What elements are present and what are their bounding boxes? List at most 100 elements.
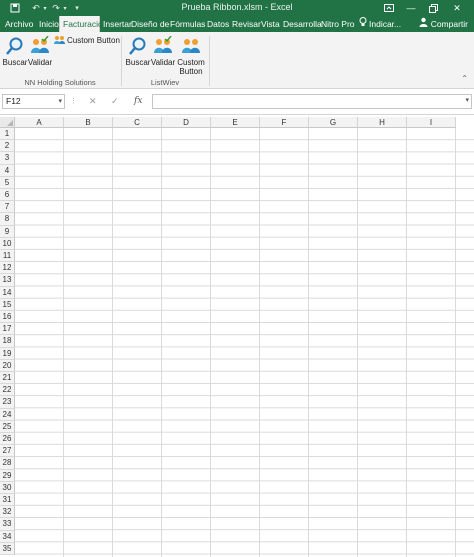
row-header[interactable]: 6: [0, 189, 15, 202]
user-icon: [419, 16, 428, 32]
row-header[interactable]: 7: [0, 201, 15, 214]
tab-nitro-pro[interactable]: Nitro Pro: [318, 16, 358, 32]
formula-input[interactable]: ▾: [152, 94, 472, 109]
row-header[interactable]: 21: [0, 372, 15, 385]
window-title: Prueba Ribbon.xlsm - Excel: [181, 2, 293, 12]
tell-me-search[interactable]: Indicar...: [356, 16, 404, 32]
row-header[interactable]: 17: [0, 323, 15, 336]
custom-label-line1: Custom: [177, 58, 205, 67]
tab-formulas[interactable]: Fórmulas: [167, 16, 208, 32]
column-header[interactable]: B: [64, 117, 113, 128]
row-header[interactable]: 32: [0, 506, 15, 519]
row-header[interactable]: 9: [0, 225, 15, 238]
more-options-icon[interactable]: ⋮: [70, 94, 77, 109]
buscar-label: Buscar: [125, 58, 151, 67]
worksheet-grid[interactable]: A B C D E F G H I 1 2 3 4 5 6 7 8 9 10 11 12 13 14 15 16 17 18 19 20…: [0, 117, 474, 557]
row-header[interactable]: 28: [0, 457, 15, 470]
validar-button-2[interactable]: Validar: [151, 36, 175, 67]
lightbulb-icon: [359, 16, 367, 32]
row-header[interactable]: 27: [0, 445, 15, 458]
buscar-button-2[interactable]: Buscar: [126, 36, 150, 67]
row-header[interactable]: 26: [0, 433, 15, 446]
custom-label-line2: Button: [179, 67, 203, 76]
collapse-ribbon-icon[interactable]: ⌃: [461, 74, 468, 83]
row-header[interactable]: 33: [0, 518, 15, 531]
buscar-button-1[interactable]: Buscar: [3, 36, 27, 67]
row-header[interactable]: 1: [0, 128, 15, 141]
column-header[interactable]: E: [211, 117, 260, 128]
row-header[interactable]: 3: [0, 152, 15, 165]
row-header[interactable]: 35: [0, 542, 15, 555]
row-header[interactable]: 4: [0, 164, 15, 177]
row-header[interactable]: 14: [0, 286, 15, 299]
search-icon: [6, 37, 23, 55]
row-header[interactable]: 2: [0, 140, 15, 153]
share-button[interactable]: Compartir: [419, 16, 468, 32]
ribbon-tabs: Archivo Inicio Facturacic Insertar Diseñ…: [0, 16, 474, 32]
row-header[interactable]: 31: [0, 494, 15, 507]
column-header[interactable]: C: [113, 117, 162, 128]
validate-users-icon: [154, 36, 172, 53]
validar-button-1[interactable]: Validar: [28, 36, 52, 67]
column-header[interactable]: H: [358, 117, 407, 128]
ribbon-display-icon[interactable]: [382, 1, 396, 15]
group-label-nn-holding: NN Holding Solutions: [24, 78, 96, 87]
close-icon[interactable]: ✕: [450, 1, 464, 15]
formula-bar: F12 ▾ ⋮ ✕ ✓ fx ▾: [0, 89, 474, 115]
row-header[interactable]: 30: [0, 481, 15, 494]
chevron-down-icon[interactable]: ▾: [58, 95, 62, 108]
column-header[interactable]: G: [309, 117, 358, 128]
cell-area[interactable]: [15, 128, 474, 557]
minimize-icon[interactable]: —: [404, 1, 418, 15]
group-separator: [209, 36, 210, 86]
tab-archivo[interactable]: Archivo: [2, 16, 36, 32]
custom-button-1[interactable]: Custom Button: [54, 35, 120, 45]
tab-diseno[interactable]: Diseño de: [128, 16, 172, 32]
row-header[interactable]: 11: [0, 250, 15, 263]
column-header[interactable]: F: [260, 117, 309, 128]
cancel-icon[interactable]: ✕: [89, 94, 97, 109]
row-header[interactable]: 8: [0, 213, 15, 226]
row-header[interactable]: 12: [0, 262, 15, 275]
tell-me-label: Indicar...: [369, 19, 402, 29]
buscar-label: Buscar: [2, 58, 28, 67]
row-header[interactable]: 10: [0, 237, 15, 250]
row-header[interactable]: 5: [0, 176, 15, 189]
custom-button-2[interactable]: Custom Button: [177, 36, 205, 76]
tab-datos[interactable]: Datos: [204, 16, 232, 32]
chevron-down-icon[interactable]: ▾: [465, 96, 469, 104]
column-header[interactable]: I: [407, 117, 456, 128]
row-header[interactable]: 34: [0, 530, 15, 543]
row-header[interactable]: 13: [0, 274, 15, 287]
restore-icon[interactable]: [426, 1, 440, 15]
users-icon: [182, 39, 200, 53]
row-header[interactable]: 18: [0, 335, 15, 348]
validar-label: Validar: [150, 58, 176, 67]
select-all-corner[interactable]: [0, 117, 15, 128]
validate-users-icon: [31, 36, 49, 53]
column-header[interactable]: D: [162, 117, 211, 128]
row-header[interactable]: 29: [0, 469, 15, 482]
enter-icon[interactable]: ✓: [111, 94, 119, 109]
tab-facturacion[interactable]: Facturacic: [59, 16, 102, 32]
row-header[interactable]: 15: [0, 298, 15, 311]
row-header[interactable]: 19: [0, 347, 15, 360]
name-box[interactable]: F12 ▾: [2, 94, 65, 109]
validar-label: Validar: [27, 58, 53, 67]
tab-inicio[interactable]: Inicio: [36, 16, 62, 32]
share-label: Compartir: [430, 19, 468, 29]
row-header[interactable]: 22: [0, 384, 15, 397]
row-header[interactable]: 16: [0, 311, 15, 324]
row-header[interactable]: 25: [0, 420, 15, 433]
search-icon: [129, 37, 146, 55]
row-header[interactable]: 20: [0, 359, 15, 372]
title-bar: ↶ ▾ ↷ ▾ ▾ Prueba Ribbon.xlsm - Excel — ✕: [0, 0, 474, 16]
custom-button-label: Custom Button: [67, 35, 120, 45]
column-header[interactable]: A: [15, 117, 64, 128]
group-label-listwiev: ListWiev: [150, 78, 180, 87]
ribbon-panel: Buscar Validar Custom Button NN Holding …: [0, 32, 474, 89]
row-header[interactable]: 23: [0, 396, 15, 409]
users-icon: [54, 36, 65, 44]
insert-function-icon[interactable]: fx: [134, 94, 142, 109]
row-header[interactable]: 24: [0, 408, 15, 421]
